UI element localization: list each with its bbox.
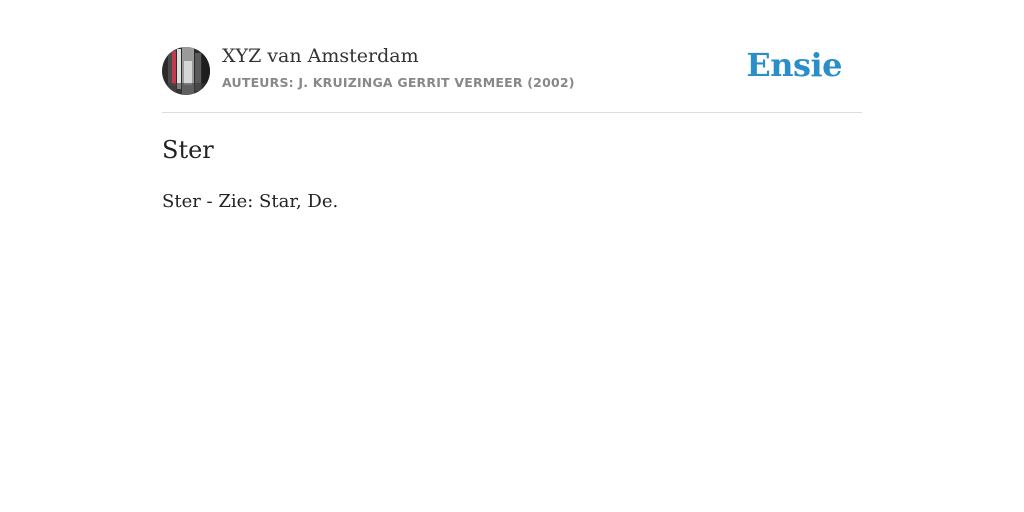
entry-body: Ster - Zie: Star, De. [162, 191, 339, 212]
entry-title: Ster [162, 136, 214, 164]
book-cover-photo-icon [162, 47, 210, 95]
page: XYZ van Amsterdam AUTEURS: J. KRUIZINGA … [162, 0, 862, 212]
book-cover-avatar[interactable] [162, 47, 210, 95]
book-authors: AUTEURS: J. KRUIZINGA GERRIT VERMEER (20… [222, 75, 575, 90]
book-title-link[interactable]: XYZ van Amsterdam [222, 45, 419, 67]
book-header: XYZ van Amsterdam AUTEURS: J. KRUIZINGA … [162, 0, 862, 113]
ensie-logo-link[interactable]: Ensie [746, 49, 842, 81]
